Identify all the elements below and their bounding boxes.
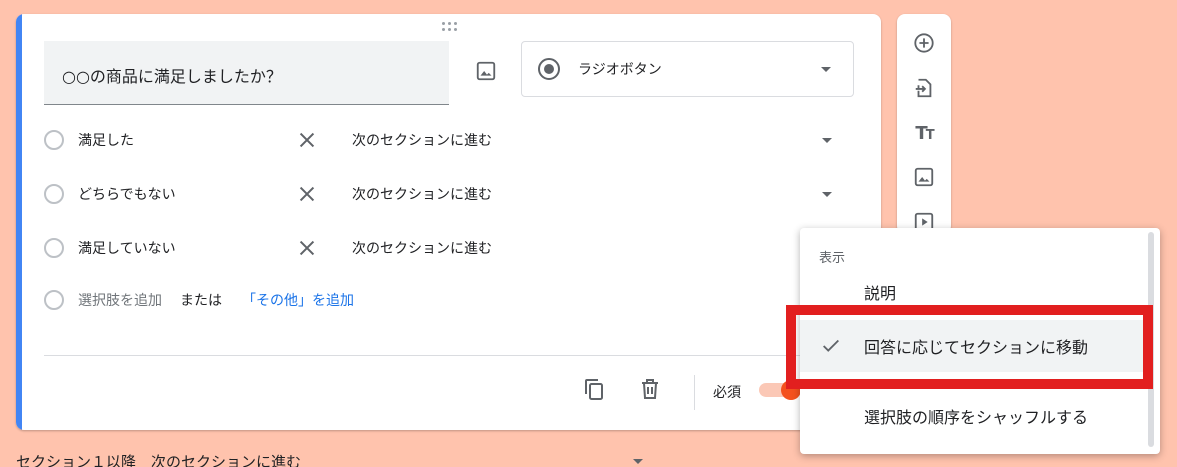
menu-item-go-to-section[interactable]: 回答に応じてセクションに移動 (800, 320, 1146, 372)
add-circle-icon (914, 33, 934, 53)
menu-item-label: 回答に応じてセクションに移動 (864, 338, 1089, 357)
option-row: 満足した 次のセクションに進む (44, 125, 844, 155)
menu-header: 表示 (819, 251, 846, 266)
menu-item-shuffle[interactable]: 選択肢の順序をシャッフルする (800, 390, 1146, 442)
section-after-text[interactable]: セクション１以降 次のセクションに進む (16, 451, 301, 467)
title-icon: TT (915, 122, 934, 144)
close-icon[interactable] (296, 129, 318, 151)
radio-circle-icon (44, 184, 64, 204)
section-goto-dropdown[interactable]: 次のセクションに進む (352, 184, 492, 204)
required-label: 必須 (713, 385, 741, 401)
close-icon[interactable] (296, 237, 318, 259)
dropdown-arrow-icon (821, 67, 831, 72)
radio-circle-icon (44, 238, 64, 258)
side-toolbar: TT (897, 14, 951, 234)
toggle-knob (781, 380, 801, 400)
section-goto-dropdown[interactable]: 次のセクションに進む (352, 130, 492, 150)
check-icon (820, 335, 842, 357)
question-card[interactable]: ○○の商品に満足しましたか？ ラジオボタン 満足した 次のセクションに進む どち… (16, 14, 881, 430)
section-goto-dropdown[interactable]: 次のセクションに進む (352, 238, 492, 258)
image-icon (476, 61, 496, 81)
question-title-text: ○○の商品に満足しましたか？ (62, 67, 282, 86)
more-options-menu: 表示 説明 回答に応じてセクションに移動 選択肢の順序をシャッフルする (800, 228, 1160, 454)
required-toggle[interactable] (759, 380, 801, 400)
menu-item-description[interactable]: 説明 (800, 266, 1146, 318)
radio-circle-icon (44, 130, 64, 150)
menu-item-label: 選択肢の順序をシャッフルする (864, 408, 1089, 427)
add-image-tool[interactable] (912, 165, 936, 189)
import-icon (915, 78, 932, 98)
delete-button[interactable] (638, 377, 662, 401)
add-option-button[interactable]: 選択肢を追加 (78, 290, 162, 310)
copy-icon (585, 379, 603, 400)
option-row: 満足していない 次のセクションに進む (44, 233, 844, 263)
dropdown-arrow-icon (822, 138, 832, 143)
delete-icon (642, 379, 658, 399)
menu-scrollbar[interactable] (1148, 232, 1154, 447)
radio-circle-icon (44, 290, 64, 310)
option-label[interactable]: どちらでもない (78, 184, 176, 204)
divider (44, 355, 877, 356)
image-icon (914, 167, 934, 187)
drag-handle-icon[interactable] (440, 20, 460, 34)
option-label[interactable]: 満足していない (78, 238, 176, 258)
or-text: または (180, 293, 222, 309)
option-row: どちらでもない 次のセクションに進む (44, 179, 844, 209)
close-icon[interactable] (296, 183, 318, 205)
add-option-row: 選択肢を追加 または 「その他」を追加 (44, 285, 844, 315)
add-title-button[interactable]: TT (912, 121, 936, 145)
question-title-input[interactable]: ○○の商品に満足しましたか？ (44, 41, 449, 105)
add-image-button[interactable] (471, 56, 501, 86)
question-type-label: ラジオボタン (578, 62, 662, 78)
dropdown-arrow-icon (633, 459, 643, 464)
dropdown-arrow-icon (822, 192, 832, 197)
radio-icon (538, 58, 560, 80)
add-other-link[interactable]: 「その他」を追加 (242, 290, 354, 310)
add-question-button[interactable] (912, 31, 936, 55)
duplicate-button[interactable] (582, 377, 606, 401)
import-questions-button[interactable] (912, 76, 936, 100)
card-accent-bar (16, 14, 22, 430)
menu-item-label: 説明 (864, 284, 897, 303)
question-type-dropdown[interactable]: ラジオボタン (521, 41, 854, 97)
option-label[interactable]: 満足した (78, 130, 134, 150)
toolbar-separator (694, 375, 695, 410)
